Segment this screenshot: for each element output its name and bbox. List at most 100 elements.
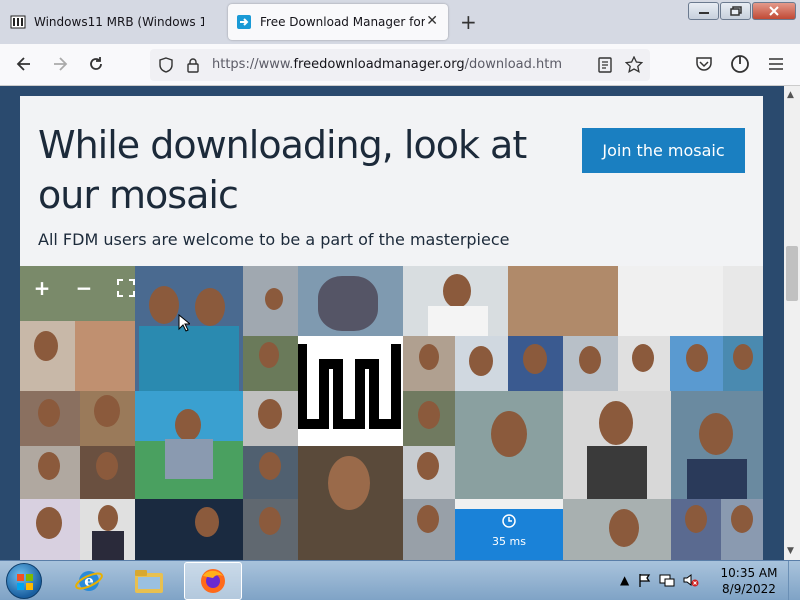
mosaic-photo: [508, 336, 563, 391]
maximize-button[interactable]: [720, 2, 751, 20]
mosaic-photo: [671, 499, 721, 560]
speedtest-tile: 35 ms: [455, 499, 563, 560]
reader-view-icon[interactable]: [598, 57, 612, 73]
url-bar[interactable]: https://www.freedownloadmanager.org/down…: [150, 49, 650, 81]
tab-windows11[interactable]: Windows11 MRB (Windows 11 MRB): [0, 4, 222, 40]
window-controls: [688, 2, 796, 20]
mosaic-photo: [80, 446, 135, 499]
minimize-icon: [698, 12, 709, 14]
mosaic-photo: [618, 336, 670, 391]
navigation-toolbar: https://www.freedownloadmanager.org/down…: [0, 44, 800, 86]
mosaic-photo: [243, 266, 298, 336]
pocket-button[interactable]: [694, 54, 714, 74]
folder-icon: [135, 570, 163, 593]
mosaic-photo: [403, 266, 508, 336]
mosaic-photo: [403, 446, 455, 499]
restore-icon: [729, 6, 742, 16]
mosaic-photo: [20, 446, 80, 499]
mosaic-photo: [670, 336, 723, 391]
reload-icon: [90, 57, 102, 70]
mosaic-photo: [298, 266, 403, 336]
page-subline: All FDM users are welcome to be a part o…: [38, 230, 510, 249]
fdm-logo-icon: [237, 15, 251, 29]
mosaic-photo: [80, 391, 135, 446]
mosaic-photo: [298, 446, 403, 560]
url-path: /download.htm: [464, 57, 562, 72]
speedtest-value: 35 ms: [492, 535, 526, 548]
mouse-cursor-icon: [178, 314, 190, 332]
mosaic-photo: [20, 321, 75, 391]
menu-button[interactable]: [766, 54, 786, 74]
mosaic-photo: [563, 499, 671, 560]
back-button[interactable]: [14, 54, 34, 74]
mosaic-photo: [403, 499, 455, 560]
bookmark-star-icon[interactable]: [625, 56, 643, 74]
forward-button[interactable]: [50, 54, 70, 74]
back-arrow-icon: [16, 57, 30, 71]
tab-title: Free Download Manager for Windows: [260, 15, 425, 29]
lock-icon[interactable]: [186, 57, 200, 73]
taskbar-clock[interactable]: 10:35 AM 8/9/2022: [718, 565, 780, 597]
windows-logo-icon: [17, 574, 33, 590]
page-viewport: While downloading, look at our mosaic Al…: [0, 86, 784, 560]
mosaic-photo: [20, 391, 80, 446]
firefox-icon: [201, 569, 225, 593]
forward-arrow-icon: [54, 57, 68, 71]
fdm-logo-tile: [297, 336, 403, 446]
mosaic-photo: [403, 336, 455, 391]
join-mosaic-button[interactable]: Join the mosaic: [582, 128, 745, 173]
mosaic-intro-card: While downloading, look at our mosaic Al…: [20, 96, 763, 266]
taskbar: e ▲ 10:35 AM 8/9/2022: [0, 560, 800, 600]
close-icon: [769, 6, 779, 16]
mosaic-photo: [455, 391, 563, 499]
start-button[interactable]: [6, 563, 42, 599]
mosaic-photo: [403, 391, 455, 446]
zoom-out-button[interactable]: −: [72, 276, 96, 300]
mosaic-photo: [243, 391, 298, 446]
tab-title: Windows11 MRB (Windows 11 MRB): [34, 15, 204, 29]
tab-fdm[interactable]: Free Download Manager for Windows ✕: [228, 4, 448, 40]
network-icon[interactable]: [659, 573, 675, 587]
fdm-pattern-icon: [297, 344, 401, 429]
show-desktop-button[interactable]: [788, 561, 800, 600]
close-tab-icon[interactable]: ✕: [426, 13, 438, 29]
taskbar-file-explorer[interactable]: [122, 562, 176, 600]
mosaic-photo: [563, 336, 618, 391]
action-center-flag-icon[interactable]: [637, 573, 651, 587]
tab-bar: Windows11 MRB (Windows 11 MRB) Free Down…: [0, 0, 800, 44]
volume-muted-icon[interactable]: [683, 573, 699, 587]
close-window-button[interactable]: [752, 2, 796, 20]
zoom-in-button[interactable]: +: [30, 276, 54, 300]
mosaic-photo: [243, 499, 298, 560]
clock-date: 8/9/2022: [722, 582, 776, 596]
taskbar-firefox[interactable]: [184, 562, 242, 600]
account-button[interactable]: [730, 54, 750, 74]
fullscreen-button[interactable]: [114, 276, 138, 300]
mosaic-photo: [721, 499, 763, 560]
url-domain: freedownloadmanager.org: [293, 57, 465, 72]
mosaic-photo: [80, 499, 135, 560]
scroll-up-icon[interactable]: ▲: [787, 90, 794, 100]
internet-explorer-icon: e: [75, 571, 103, 591]
pocket-icon: [696, 57, 712, 71]
mosaic-photo: [671, 391, 763, 499]
url-text: https://www.freedownloadmanager.org/down…: [212, 57, 562, 72]
scroll-down-icon[interactable]: ▼: [787, 546, 794, 556]
vertical-scrollbar[interactable]: ▲ ▼: [784, 86, 800, 560]
system-tray: ▲: [620, 573, 699, 587]
new-tab-button[interactable]: +: [460, 10, 477, 34]
shield-icon[interactable]: [158, 57, 174, 73]
scroll-thumb[interactable]: [786, 246, 798, 301]
photo-mosaic[interactable]: 35 ms + −: [20, 266, 763, 560]
hamburger-menu-icon: [769, 58, 783, 70]
mosaic-photo: [243, 446, 298, 499]
taskbar-internet-explorer[interactable]: e: [62, 562, 116, 600]
mosaic-photo: [135, 391, 243, 499]
reload-button[interactable]: [86, 54, 106, 74]
clock-time: 10:35 AM: [720, 566, 778, 580]
minimize-button[interactable]: [688, 2, 719, 20]
page-headline: While downloading, look at our mosaic: [38, 123, 527, 217]
url-prefix: https://www.: [212, 57, 294, 72]
fullscreen-icon: [117, 279, 135, 297]
show-hidden-icons-icon[interactable]: ▲: [620, 573, 629, 587]
